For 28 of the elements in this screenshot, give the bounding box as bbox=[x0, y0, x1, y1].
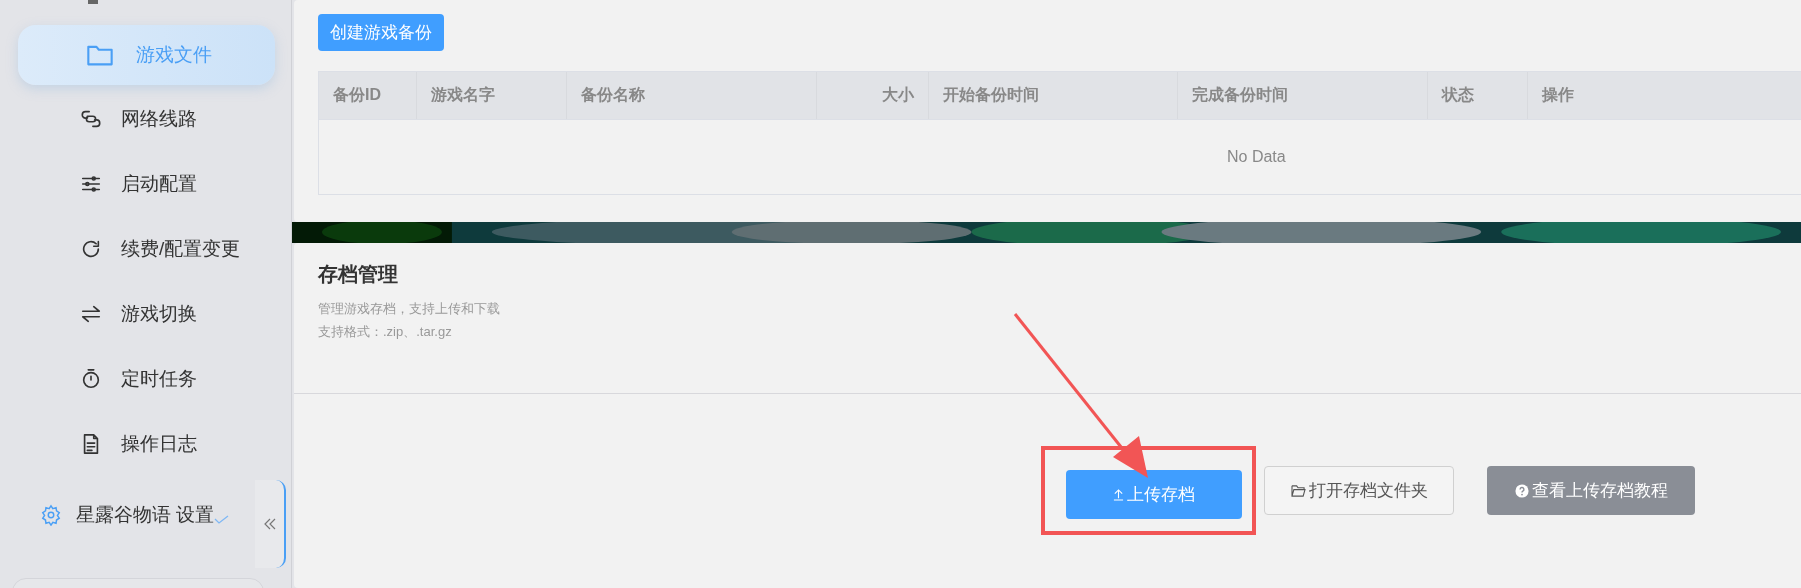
sidebar-item[interactable]: 续费/配置变更 bbox=[18, 216, 275, 281]
column-header: 大小 bbox=[817, 72, 929, 119]
check-icon bbox=[214, 515, 231, 525]
column-header: 完成备份时间 bbox=[1178, 72, 1428, 119]
double-chevron-icon bbox=[262, 517, 277, 531]
column-header: 游戏名字 bbox=[417, 72, 567, 119]
sidebar-item[interactable]: 网络线路 bbox=[18, 86, 275, 151]
sidebar-item[interactable]: 操作日志 bbox=[18, 411, 275, 476]
upload-icon bbox=[1113, 488, 1124, 501]
timer-icon bbox=[80, 367, 102, 390]
settings-item[interactable]: 星露谷物语 设置 bbox=[0, 495, 291, 535]
help-icon bbox=[1514, 483, 1529, 498]
settings-icon bbox=[40, 504, 62, 526]
sidebar-item[interactable]: 游戏切换 bbox=[18, 281, 275, 346]
open-folder-button[interactable]: 打开存档文件夹 bbox=[1264, 466, 1454, 515]
description-text: 管理游戏存档，支持上传和下载 bbox=[318, 300, 501, 318]
collapse-button[interactable] bbox=[255, 480, 286, 568]
sidebar-item[interactable]: 定时任务 bbox=[18, 346, 275, 411]
description-text: 支持格式：.zip、.tar.gz bbox=[318, 323, 453, 341]
empty-text: No Data bbox=[1227, 148, 1286, 166]
folder-icon bbox=[1290, 484, 1306, 497]
section-title: 存档管理 bbox=[318, 262, 399, 287]
column-header: 备份名称 bbox=[567, 72, 817, 119]
column-header: 状态 bbox=[1428, 72, 1528, 119]
column-header: 开始备份时间 bbox=[929, 72, 1178, 119]
sidebar-item[interactable]: 启动配置 bbox=[18, 151, 275, 216]
column-header: 备份ID bbox=[319, 72, 417, 119]
column-header: 操作 bbox=[1528, 72, 1801, 119]
